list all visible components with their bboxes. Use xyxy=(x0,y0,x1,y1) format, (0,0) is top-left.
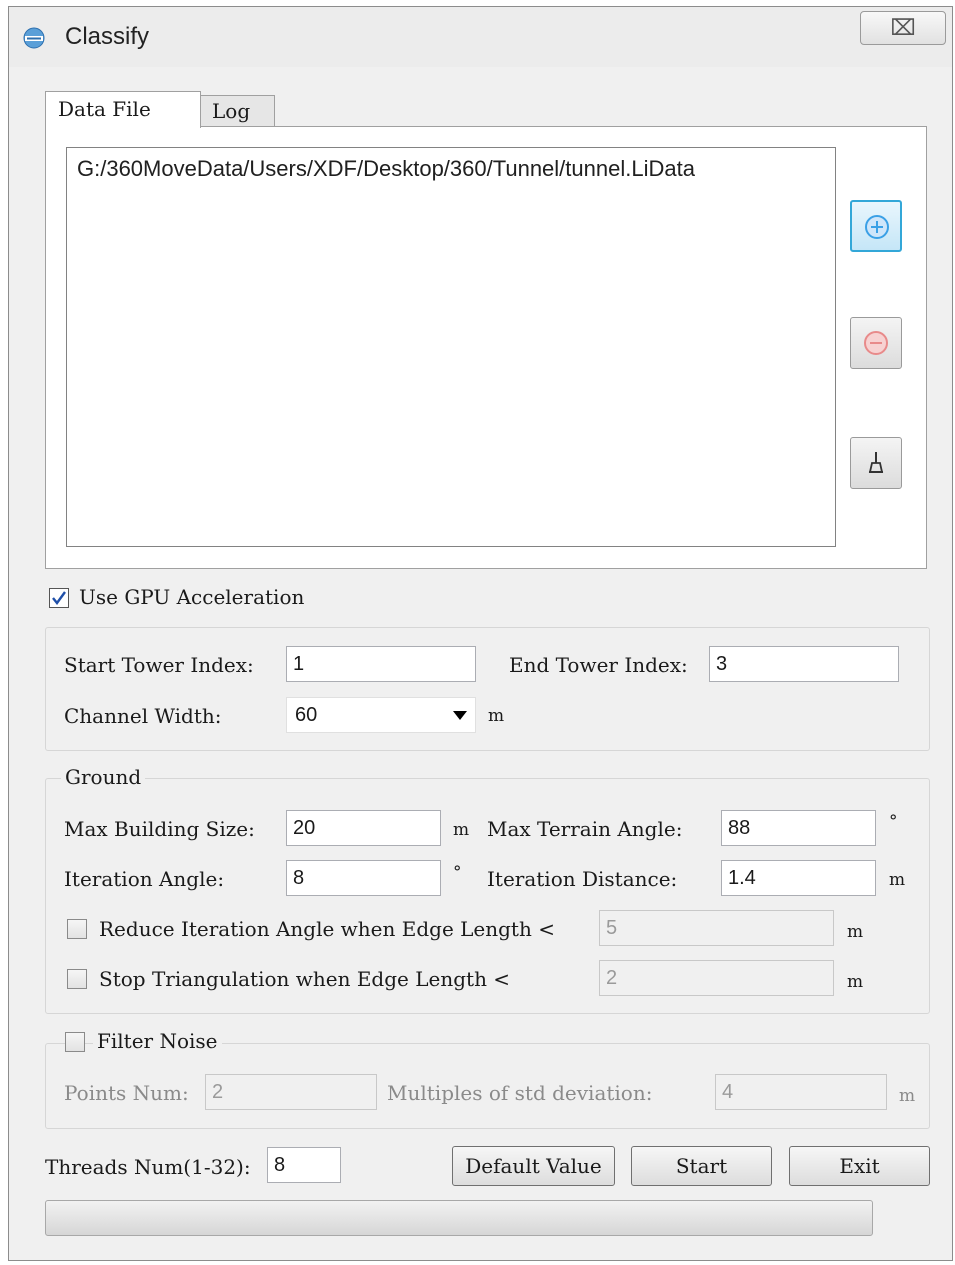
channel-width-value: 60 xyxy=(295,704,318,726)
iteration-angle-label: Iteration Angle: xyxy=(64,867,225,891)
max-building-unit: m xyxy=(453,820,470,840)
reduce-iteration-unit: m xyxy=(847,922,864,942)
data-file-panel: G:/360MoveData/Users/XDF/Desktop/360/Tun… xyxy=(45,126,927,569)
window-title: Classify xyxy=(65,23,150,50)
start-button[interactable]: Start xyxy=(631,1146,772,1186)
iteration-distance-label: Iteration Distance: xyxy=(487,867,678,891)
default-value-button[interactable]: Default Value xyxy=(452,1146,615,1186)
max-building-input[interactable]: 20 xyxy=(286,810,441,846)
stop-triangulation-checkbox[interactable] xyxy=(67,969,87,989)
start-tower-label: Start Tower Index: xyxy=(64,653,254,677)
threads-label: Threads Num(1-32): xyxy=(45,1155,251,1179)
dropdown-arrow-icon xyxy=(453,711,467,720)
filter-noise-checkbox[interactable] xyxy=(65,1032,85,1052)
file-list[interactable]: G:/360MoveData/Users/XDF/Desktop/360/Tun… xyxy=(66,147,836,547)
end-tower-label: End Tower Index: xyxy=(509,653,688,677)
close-button[interactable]: ⌧ xyxy=(860,11,946,45)
ground-group-title: Ground xyxy=(61,765,146,789)
gpu-checkbox[interactable] xyxy=(49,588,69,608)
title-bar[interactable]: Classify ⌧ xyxy=(9,7,952,67)
std-deviation-label: Multiples of std deviation: xyxy=(387,1081,653,1105)
clear-list-button[interactable] xyxy=(850,437,902,489)
max-terrain-label: Max Terrain Angle: xyxy=(487,817,683,841)
std-deviation-input[interactable]: 4 xyxy=(715,1074,887,1110)
add-icon xyxy=(865,215,889,239)
iteration-angle-input[interactable]: 8 xyxy=(286,860,441,896)
reduce-iteration-input[interactable]: 5 xyxy=(599,910,834,946)
points-num-label: Points Num: xyxy=(64,1081,189,1105)
threads-input[interactable]: 8 xyxy=(267,1147,341,1183)
start-tower-input[interactable]: 1 xyxy=(286,646,476,682)
exit-button[interactable]: Exit xyxy=(789,1146,930,1186)
stop-triangulation-input[interactable]: 2 xyxy=(599,960,834,996)
checkmark-icon xyxy=(52,591,66,605)
stop-triangulation-label: Stop Triangulation when Edge Length < xyxy=(99,967,511,991)
classify-dialog: Classify ⌧ Data File Log G:/360MoveData/… xyxy=(8,6,953,1261)
std-deviation-unit: m xyxy=(899,1086,916,1106)
max-terrain-unit: ° xyxy=(889,812,898,832)
add-file-button[interactable] xyxy=(850,200,902,252)
max-building-label: Max Building Size: xyxy=(64,817,255,841)
channel-width-label: Channel Width: xyxy=(64,704,222,728)
iteration-distance-input[interactable]: 1.4 xyxy=(721,860,876,896)
app-logo-icon xyxy=(23,27,45,49)
tab-data-file[interactable]: Data File xyxy=(45,91,201,128)
reduce-iteration-checkbox[interactable] xyxy=(67,919,87,939)
broom-icon xyxy=(868,452,884,473)
progress-bar xyxy=(45,1200,873,1236)
stop-triangulation-unit: m xyxy=(847,972,864,992)
list-item[interactable]: G:/360MoveData/Users/XDF/Desktop/360/Tun… xyxy=(77,156,695,182)
max-terrain-input[interactable]: 88 xyxy=(721,810,876,846)
gpu-label: Use GPU Acceleration xyxy=(79,585,305,609)
reduce-iteration-label: Reduce Iteration Angle when Edge Length … xyxy=(99,917,555,941)
filter-noise-label: Filter Noise xyxy=(93,1029,222,1053)
remove-file-button[interactable] xyxy=(850,317,902,369)
points-num-input[interactable]: 2 xyxy=(205,1074,377,1110)
iteration-distance-unit: m xyxy=(889,870,906,890)
channel-width-unit: m xyxy=(488,706,505,726)
channel-width-select[interactable]: 60 xyxy=(286,697,476,733)
tab-log[interactable]: Log xyxy=(199,95,275,128)
remove-icon xyxy=(864,331,888,355)
iteration-angle-unit: ° xyxy=(453,863,462,883)
end-tower-input[interactable]: 3 xyxy=(709,646,899,682)
